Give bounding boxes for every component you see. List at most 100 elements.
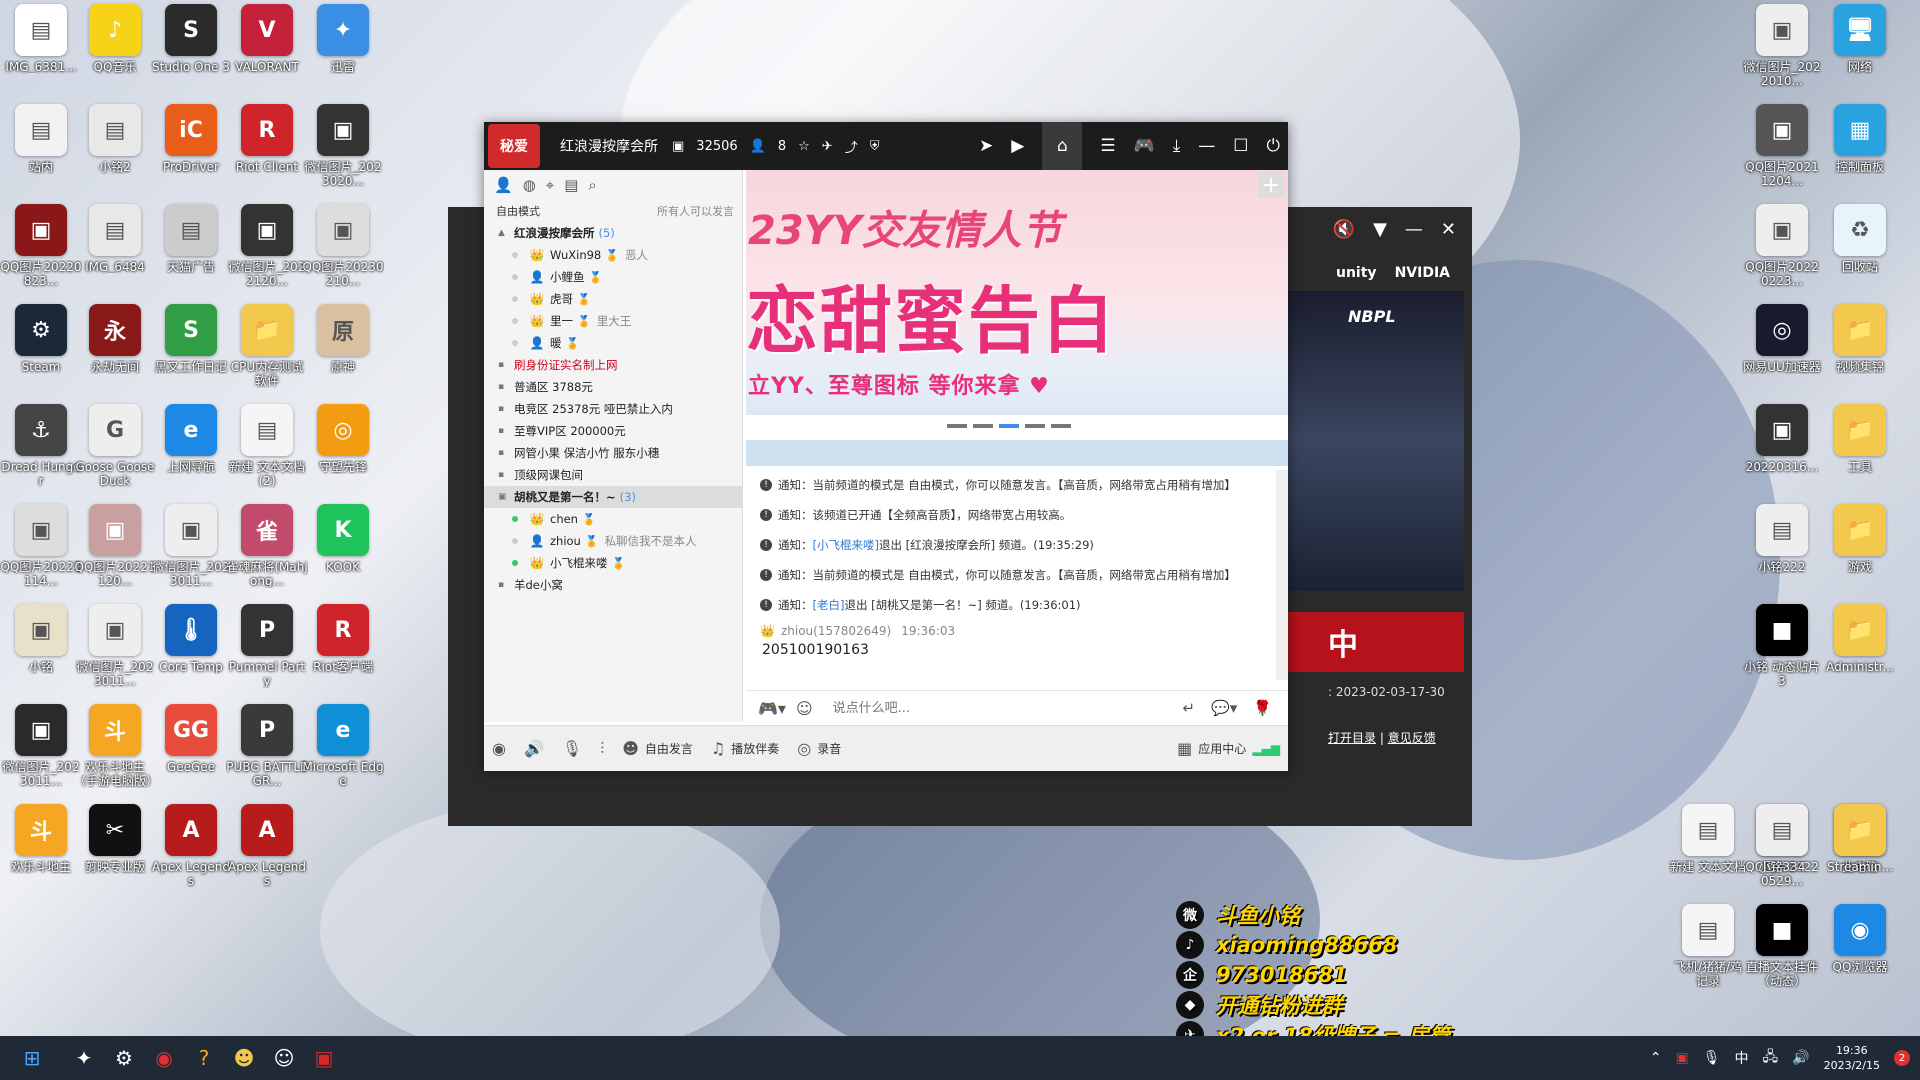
desktop-icon[interactable]: ▦ 控制面板 [1820, 104, 1900, 174]
desktop-icon[interactable]: 斗欢乐斗地主 [0, 804, 82, 874]
desktop-icon[interactable]: ▣ QQ图片20230210... [302, 204, 384, 288]
home-icon[interactable]: ⌂ [1042, 122, 1083, 170]
taskbar-owl-icon[interactable]: ☻ [224, 1036, 264, 1080]
plane-icon[interactable]: ✈ [822, 139, 833, 154]
desktop-icon[interactable]: ▤ 小铭222 [1742, 504, 1822, 574]
taskbar-steam-icon[interactable]: ⚙ [104, 1036, 144, 1080]
taskbar-app-icon[interactable]: ✦ [64, 1036, 104, 1080]
ime-indicator[interactable]: 中 [1735, 1048, 1749, 1068]
desktop-icon[interactable]: K KOOK [302, 504, 384, 574]
banner-dot-active[interactable] [999, 424, 1019, 428]
desktop-icon[interactable]: ■ 直播文本挂件（动态） [1742, 904, 1822, 988]
taskbar-help-icon[interactable]: ? [184, 1036, 224, 1080]
video-icon[interactable]: ▶ [1011, 136, 1024, 156]
volume-icon[interactable]: 🔊 [1792, 1050, 1809, 1066]
app-center-button[interactable]: ▦ 应用中心 ▂▄▆ [1177, 739, 1280, 758]
desktop-icon[interactable]: ▤ IMG_6381... [0, 4, 82, 74]
notice-user-link[interactable]: [老白] [813, 597, 845, 613]
desktop-icon[interactable]: 原原神 [302, 304, 384, 374]
event-banner[interactable]: 23YY交友情人节 恋甜蜜告白 立YY、至尊图标 等你来拿 ♥ + [746, 170, 1288, 415]
desktop-icon[interactable]: P Pummel Party [226, 604, 308, 688]
chat-scrollbar[interactable] [1276, 470, 1288, 680]
channel-user[interactable]: 👑 chen 🏅 [484, 508, 742, 530]
favorite-icon[interactable]: ☆ [798, 139, 810, 154]
desktop-icon[interactable]: ▤ 天猫广告 [150, 204, 232, 274]
desktop-icon[interactable]: 📁 视频集锦 [1820, 304, 1900, 374]
location-icon[interactable]: ⌖ [546, 176, 554, 194]
clock[interactable]: 19:36 2023/2/15 [1824, 1043, 1880, 1073]
start-icon[interactable]: ⊞ [0, 1036, 64, 1080]
desktop-icon[interactable]: ⚙ Steam [0, 304, 82, 374]
channel-user[interactable]: 👑 WuXin98 🏅 恶人 [484, 244, 742, 266]
desktop-icon[interactable]: ▤ 新建 文本文档 (2) [226, 404, 308, 488]
chat-input[interactable] [830, 699, 1183, 717]
expand-icon[interactable]: ▲ [498, 228, 508, 238]
desktop-icon[interactable]: ✦ 迅雷 [302, 4, 384, 74]
share-icon[interactable]: ⤴ [845, 137, 858, 156]
desktop-icon[interactable]: ▤ 小铭334 [1742, 804, 1822, 874]
minimize-icon[interactable]: — [1198, 136, 1215, 156]
sub-channel[interactable]: ▪ 刷身份证实名制上网 [484, 354, 742, 376]
taskbar-yy-icon[interactable]: ▣ [304, 1036, 344, 1080]
desktop-icon[interactable]: ▣ QQ图片20220823... [0, 204, 82, 288]
free-speak-button[interactable]: ☻ 自由发言 [622, 739, 693, 758]
maximize-icon[interactable]: ☐ [1233, 136, 1248, 156]
sub-channel[interactable]: ▪ 网管小果 保洁小竹 服东小穗 [484, 442, 742, 464]
taskbar-netease-icon[interactable]: ◉ [144, 1036, 184, 1080]
banner-dot[interactable] [1025, 424, 1045, 428]
taskbar-anime-icon[interactable]: ☺ [264, 1036, 304, 1080]
desktop-icon[interactable]: A Apex Legends [150, 804, 232, 888]
play-music-button[interactable]: ♫ 播放伴奏 [711, 739, 779, 758]
record-button[interactable]: ◎ 录音 [797, 739, 841, 758]
expand-icon[interactable]: ▣ [498, 492, 508, 502]
gamepad-icon[interactable]: 🎮 [1134, 136, 1155, 156]
desktop-icon[interactable]: GG GeeGee [150, 704, 232, 774]
desktop-icon[interactable]: ▣ 微信图片_2023020... [302, 104, 384, 188]
desktop-icon[interactable]: ◎ 守望先锋 [302, 404, 384, 474]
board-icon[interactable]: ▤ [564, 176, 578, 194]
desktop-icon[interactable]: G Goose Goose Duck [74, 404, 156, 488]
close-icon[interactable]: ✕ [1441, 219, 1456, 240]
desktop-icon[interactable]: ▤ 飞机/猪猪/鸡记录 [1668, 904, 1748, 988]
channel-group[interactable]: ▣ 胡桃又是第一名！~ (3) [484, 486, 742, 508]
desktop-icon[interactable]: ✂ 剪映专业版 [74, 804, 156, 874]
desktop-icon[interactable]: R Riot客户端 [302, 604, 384, 674]
channel-user[interactable]: 👤 zhiou 🏅 私聊信我不是本人 [484, 530, 742, 552]
desktop-icon[interactable]: S Studio One 3 [150, 4, 232, 74]
desktop-icon[interactable]: 📁 Administr... [1820, 604, 1900, 674]
desktop-icon[interactable]: ♪ QQ音乐 [74, 4, 156, 74]
add-icon[interactable]: + [1258, 172, 1284, 198]
desktop-icon[interactable]: V VALORANT [226, 4, 308, 74]
channel-user[interactable]: 👑 虎哥 🏅 [484, 288, 742, 310]
speaker-icon[interactable]: 🔊 [524, 739, 544, 758]
download-icon[interactable]: ⤓ [1173, 136, 1181, 156]
desktop-icon[interactable]: ▤ 新建 文本文档 [1668, 804, 1748, 874]
channel-user[interactable]: 👤 小鲤鱼 🏅 [484, 266, 742, 288]
desktop-icon[interactable]: ▣ 微信图片_2022120... [226, 204, 308, 288]
bubble-icon[interactable]: 💬▾ [1211, 699, 1237, 717]
channel-user[interactable]: 👑 小飞棍来喽 🏅 [484, 552, 742, 574]
desktop-icon[interactable]: ▣ 20220316... [1742, 404, 1822, 474]
desktop-icon[interactable]: A Apex Legends [226, 804, 308, 888]
sender-name[interactable]: zhiou(157802649) [781, 624, 891, 638]
status-button[interactable]: 中 [1288, 612, 1464, 672]
tray-expand-icon[interactable]: ⌃ [1650, 1050, 1662, 1066]
banner-dot[interactable] [1051, 424, 1071, 428]
mute-icon[interactable]: 🔇 [1333, 219, 1355, 240]
yy-voice-window[interactable]: 秘爱 红浪漫按摩会所 ▣ 32506 👤 8 ☆ ✈ ⤴ ⛨ ➤ ▶ ⌂ ☰ 🎮 ⤓… [484, 122, 1288, 771]
desktop-icon[interactable]: ▣ QQ图片20221114... [0, 504, 82, 588]
user-icon[interactable]: 👤 [494, 176, 513, 194]
power-icon[interactable]: ⏻ [1267, 136, 1280, 156]
notice-user-link[interactable]: [小飞棍来喽] [813, 537, 879, 553]
sub-channel[interactable]: ▪ 至尊VIP区 200000元 [484, 420, 742, 442]
cursor-icon[interactable]: ➤ [979, 136, 993, 156]
desktop-icon[interactable]: 永永劫无间 [74, 304, 156, 374]
gift-icon[interactable]: 🌹 [1253, 699, 1272, 717]
desktop-icon[interactable]: 📁 工具 [1820, 404, 1900, 474]
channel-user[interactable]: 👑 里一 🏅 里大王 [484, 310, 742, 332]
banner-dot[interactable] [947, 424, 967, 428]
sub-channel[interactable]: ▪ 普通区 3788元 [484, 376, 742, 398]
desktop-icon[interactable]: ▣ QQ图片20220223... [1742, 204, 1822, 288]
dropdown-icon[interactable]: ▼ [1373, 219, 1387, 240]
desktop-icon[interactable]: ▣ 微信图片_2023011... [0, 704, 82, 788]
